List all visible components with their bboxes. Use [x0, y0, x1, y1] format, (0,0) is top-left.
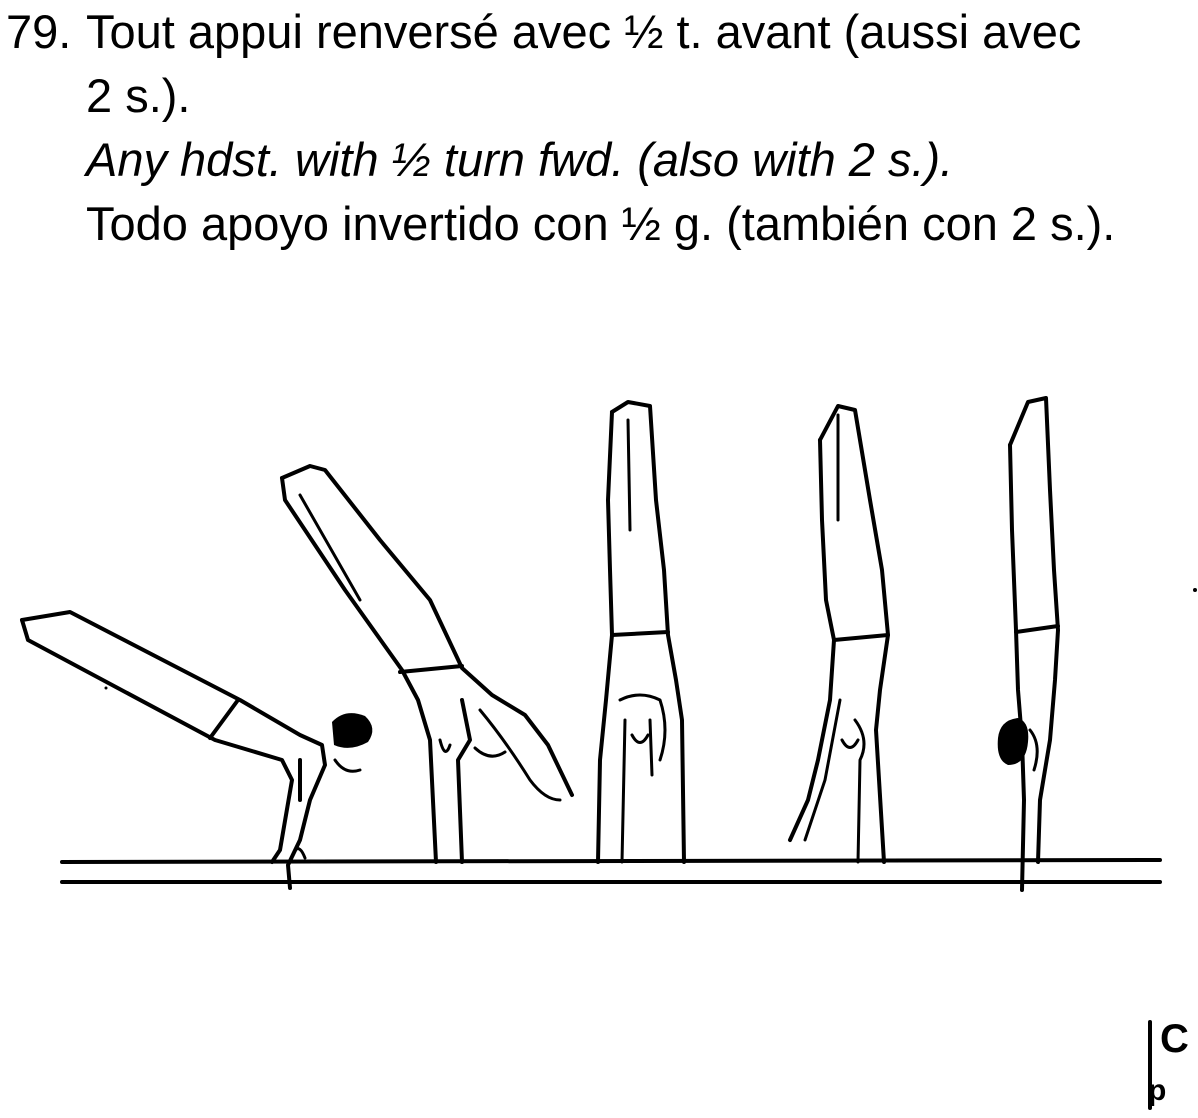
corner-letter-top: C — [1160, 1017, 1189, 1061]
parallel-bars — [60, 858, 1162, 884]
gymnast-figure-4 — [788, 404, 890, 864]
scan-specks — [104, 588, 1197, 690]
gymnast-figure-3 — [596, 400, 686, 864]
gymnast-figure-1 — [20, 610, 373, 890]
gymnastics-illustration — [20, 396, 1197, 892]
gymnast-figure-5 — [997, 396, 1060, 892]
corner-letter-bottom: p — [1148, 1074, 1166, 1107]
corner-mark: C p — [1148, 1017, 1189, 1110]
gymnast-figure-2 — [280, 464, 574, 864]
